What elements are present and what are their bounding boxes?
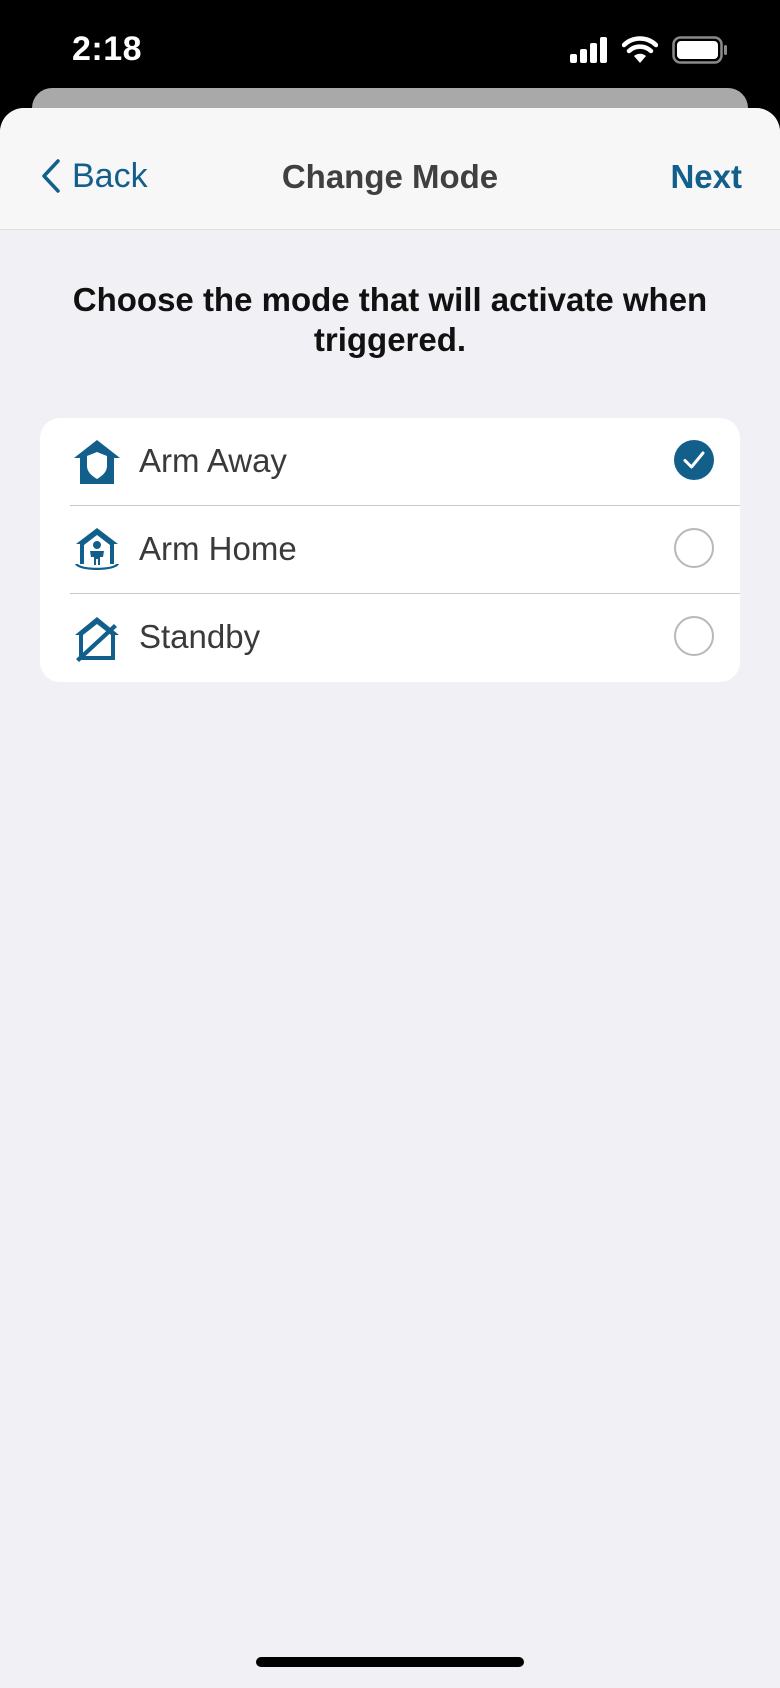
home-indicator <box>256 1657 524 1667</box>
battery-icon <box>672 36 727 64</box>
next-button[interactable]: Next <box>670 158 742 196</box>
mode-list: Arm Away Arm Home Standby <box>40 418 740 682</box>
status-bar: 2:18 <box>0 0 780 100</box>
radio-unselected[interactable] <box>674 528 714 568</box>
radio-unselected[interactable] <box>674 616 714 656</box>
mode-option-standby[interactable]: Standby <box>40 594 740 682</box>
status-time: 2:18 <box>72 30 143 68</box>
status-icons <box>570 36 728 64</box>
checkmark-icon <box>683 451 705 469</box>
navigation-bar: Back Change Mode Next <box>0 108 780 230</box>
change-mode-sheet: Back Change Mode Next Choose the mode th… <box>0 108 780 1688</box>
mode-prompt: Choose the mode that will activate when … <box>72 281 708 358</box>
standby-icon <box>75 617 119 662</box>
mode-label: Arm Home <box>139 530 297 567</box>
mode-label: Standby <box>139 618 261 655</box>
wifi-icon <box>622 36 658 63</box>
mode-option-arm-away[interactable]: Arm Away <box>40 418 740 506</box>
arm-away-icon <box>74 440 120 484</box>
arm-home-icon <box>75 528 119 570</box>
radio-selected[interactable] <box>674 440 714 480</box>
mode-label: Arm Away <box>139 442 287 479</box>
cellular-signal-icon <box>570 37 607 63</box>
mode-option-arm-home[interactable]: Arm Home <box>40 506 740 594</box>
page-title: Change Mode <box>281 158 499 195</box>
